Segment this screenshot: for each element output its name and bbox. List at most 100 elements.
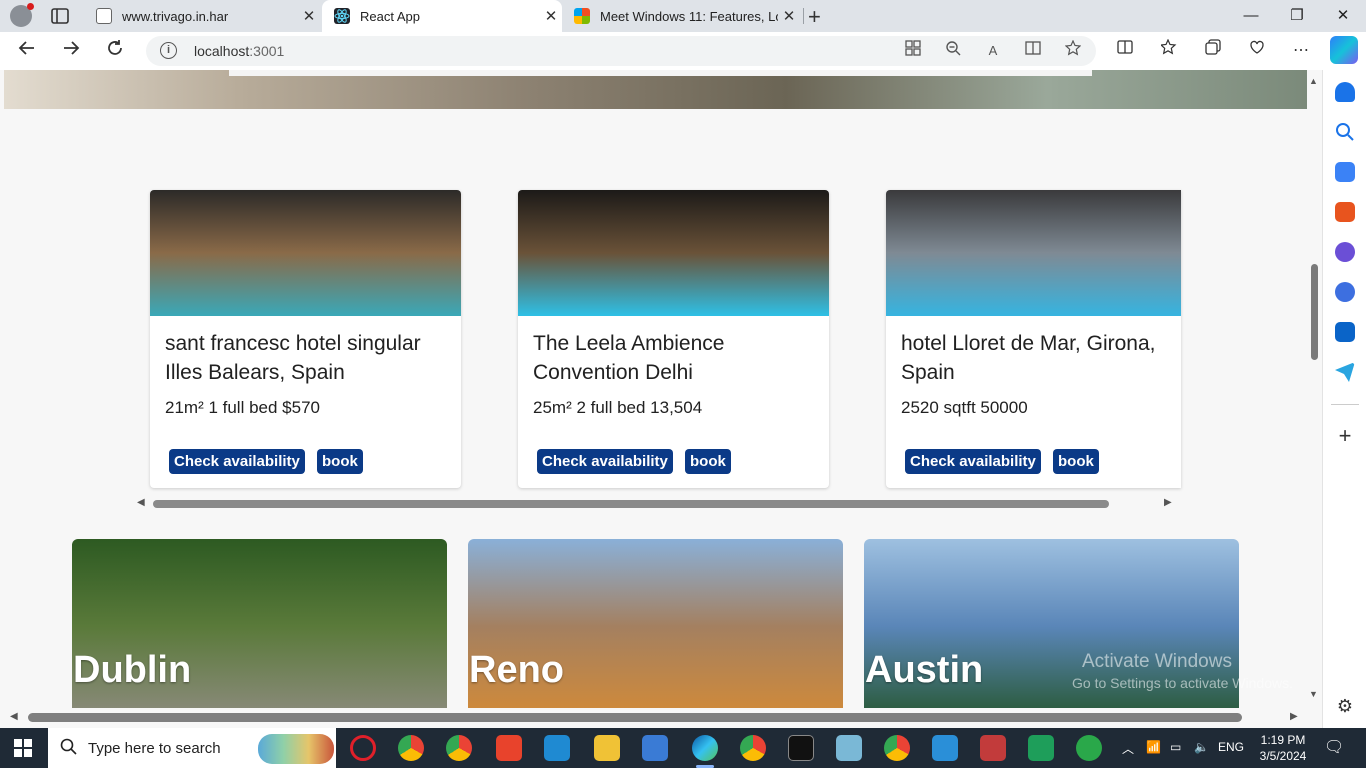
security-app-icon[interactable] bbox=[1028, 735, 1054, 761]
microsoft-365-icon[interactable] bbox=[1335, 282, 1355, 302]
battery-icon[interactable]: ▭ bbox=[1170, 740, 1181, 754]
profile-avatar-icon[interactable] bbox=[10, 3, 34, 27]
file-explorer-icon[interactable] bbox=[594, 735, 620, 761]
edge-icon[interactable] bbox=[692, 735, 718, 761]
book-button[interactable]: book bbox=[685, 449, 731, 474]
chrome-profile-icon[interactable] bbox=[740, 735, 766, 761]
tab-close-icon[interactable]: ✕ bbox=[298, 7, 320, 25]
city-tile-dublin[interactable]: Dublin bbox=[72, 539, 447, 708]
wps-office-icon[interactable] bbox=[496, 735, 522, 761]
settings-gear-icon[interactable]: ⚙ bbox=[1335, 696, 1355, 716]
scroll-up-arrow-icon[interactable]: ▲ bbox=[1309, 76, 1318, 86]
games-icon[interactable] bbox=[1335, 242, 1355, 262]
check-availability-button[interactable]: Check availability bbox=[537, 449, 673, 474]
tab-windows-11[interactable]: Meet Windows 11: Features, Loo ✕ bbox=[566, 0, 800, 32]
tab-trivago-har[interactable]: www.trivago.in.har ✕ bbox=[86, 0, 320, 32]
search-icon[interactable] bbox=[1335, 122, 1355, 142]
send-icon[interactable] bbox=[1335, 362, 1355, 382]
favorite-star-icon[interactable] bbox=[1062, 39, 1084, 62]
start-windows-icon[interactable] bbox=[14, 739, 32, 757]
check-availability-button[interactable]: Check availability bbox=[169, 449, 305, 474]
scroll-left-arrow-icon[interactable]: ◀ bbox=[10, 711, 18, 722]
control-panel-icon[interactable] bbox=[932, 735, 958, 761]
opera-icon[interactable] bbox=[350, 735, 376, 761]
terminal-icon[interactable] bbox=[788, 735, 814, 761]
apps-icon[interactable] bbox=[902, 40, 924, 62]
minimize-button[interactable]: — bbox=[1228, 0, 1274, 32]
tab-close-icon[interactable]: ✕ bbox=[540, 7, 562, 25]
close-window-button[interactable]: ✕ bbox=[1320, 0, 1366, 32]
chrome-profile-icon[interactable] bbox=[398, 735, 424, 761]
city-tile-reno[interactable]: Reno bbox=[468, 539, 843, 708]
forward-arrow-icon[interactable] bbox=[58, 38, 84, 64]
hotel-card: The Leela Ambience Convention Delhi 25m²… bbox=[518, 190, 829, 488]
city-name: Reno bbox=[469, 649, 564, 691]
search-placeholder: Type here to search bbox=[88, 740, 221, 757]
shopping-tag-icon[interactable] bbox=[1335, 162, 1355, 182]
back-arrow-icon[interactable] bbox=[14, 38, 40, 64]
tab-actions-icon[interactable] bbox=[50, 6, 70, 26]
copilot-icon[interactable] bbox=[1330, 36, 1358, 64]
microsoft-logo-icon bbox=[574, 8, 590, 24]
hs-app-icon[interactable] bbox=[1076, 735, 1102, 761]
browser-toolbar: i localhost:3001 A ⋯ bbox=[0, 32, 1366, 70]
chrome-icon[interactable] bbox=[884, 735, 910, 761]
show-hidden-icons-icon[interactable]: ︿ bbox=[1122, 740, 1134, 757]
taskbar-search-box[interactable]: Type here to search bbox=[48, 728, 336, 768]
book-button[interactable]: book bbox=[317, 449, 363, 474]
hotel-carousel-scrollbar[interactable]: ◀ ▶ bbox=[135, 496, 1179, 512]
split-screen-icon[interactable] bbox=[1112, 38, 1138, 64]
vscode-icon[interactable] bbox=[544, 735, 570, 761]
new-tab-button[interactable]: + bbox=[808, 4, 821, 30]
scroll-right-arrow-icon[interactable]: ▶ bbox=[1164, 497, 1172, 508]
tab-react-app[interactable]: React App ✕ bbox=[322, 0, 562, 32]
language-indicator[interactable]: ENG bbox=[1218, 740, 1244, 754]
page-viewport: sant francesc hotel singular Illes Balea… bbox=[0, 70, 1322, 708]
page-vertical-scrollbar[interactable]: ▲ ▼ bbox=[1307, 70, 1322, 708]
check-availability-button[interactable]: Check availability bbox=[905, 449, 1041, 474]
activate-windows-hint: Go to Settings to activate Windows. bbox=[1072, 675, 1293, 691]
wifi-icon[interactable]: 📶 bbox=[1146, 740, 1161, 754]
collections-icon[interactable] bbox=[1200, 38, 1226, 64]
immersive-reader-icon[interactable] bbox=[1022, 40, 1044, 62]
page-horizontal-scrollbar[interactable]: ◀ ▶ bbox=[0, 708, 1322, 728]
scroll-right-arrow-icon[interactable]: ▶ bbox=[1290, 711, 1298, 722]
tab-title: React App bbox=[360, 8, 420, 24]
tab-separator bbox=[803, 8, 804, 24]
scroll-left-arrow-icon[interactable]: ◀ bbox=[137, 497, 145, 508]
windows-taskbar: Type here to search ︿ 📶 ▭ 🔈 ENG 1:19 PM … bbox=[0, 728, 1366, 768]
favorites-icon[interactable] bbox=[1156, 38, 1182, 64]
clock-time: 1:19 PM bbox=[1260, 733, 1306, 747]
tab-close-icon[interactable]: ✕ bbox=[778, 7, 800, 25]
url-text[interactable]: localhost:3001 bbox=[194, 43, 284, 59]
scrollbar-thumb[interactable] bbox=[1311, 264, 1318, 360]
zoom-out-icon[interactable] bbox=[942, 40, 964, 62]
system-clock[interactable]: 1:19 PM 3/5/2024 bbox=[1258, 732, 1308, 764]
hotel-card: sant francesc hotel singular Illes Balea… bbox=[150, 190, 461, 488]
chrome-profile-icon[interactable] bbox=[446, 735, 472, 761]
notification-center-icon[interactable]: 🗨 bbox=[1324, 737, 1344, 757]
address-bar[interactable]: i localhost:3001 A bbox=[146, 36, 1096, 66]
refresh-icon[interactable] bbox=[102, 38, 128, 64]
scroll-down-arrow-icon[interactable]: ▼ bbox=[1309, 689, 1318, 699]
notifications-bell-icon[interactable] bbox=[1335, 82, 1355, 102]
file-icon bbox=[96, 8, 112, 24]
outlook-icon[interactable] bbox=[1335, 322, 1355, 342]
browser-essentials-icon[interactable] bbox=[1244, 38, 1270, 64]
scrollbar-thumb[interactable] bbox=[153, 500, 1109, 508]
more-options-icon[interactable]: ⋯ bbox=[1288, 38, 1314, 64]
city-name: Austin bbox=[865, 649, 984, 691]
book-button[interactable]: book bbox=[1053, 449, 1099, 474]
tools-icon[interactable] bbox=[1335, 202, 1355, 222]
add-sidebar-app-icon[interactable]: + bbox=[1335, 425, 1355, 447]
clock-date: 3/5/2024 bbox=[1259, 749, 1307, 763]
read-aloud-icon[interactable]: A bbox=[982, 40, 1004, 62]
hero-search-bar-edge bbox=[229, 70, 1092, 76]
microsoft-store-icon[interactable] bbox=[642, 735, 668, 761]
notepad-icon[interactable] bbox=[836, 735, 862, 761]
restore-button[interactable]: ❐ bbox=[1274, 0, 1320, 32]
volume-icon[interactable]: 🔈 bbox=[1194, 740, 1209, 754]
site-info-icon[interactable]: i bbox=[160, 42, 177, 59]
winrar-icon[interactable] bbox=[980, 735, 1006, 761]
scrollbar-thumb[interactable] bbox=[28, 713, 1242, 722]
